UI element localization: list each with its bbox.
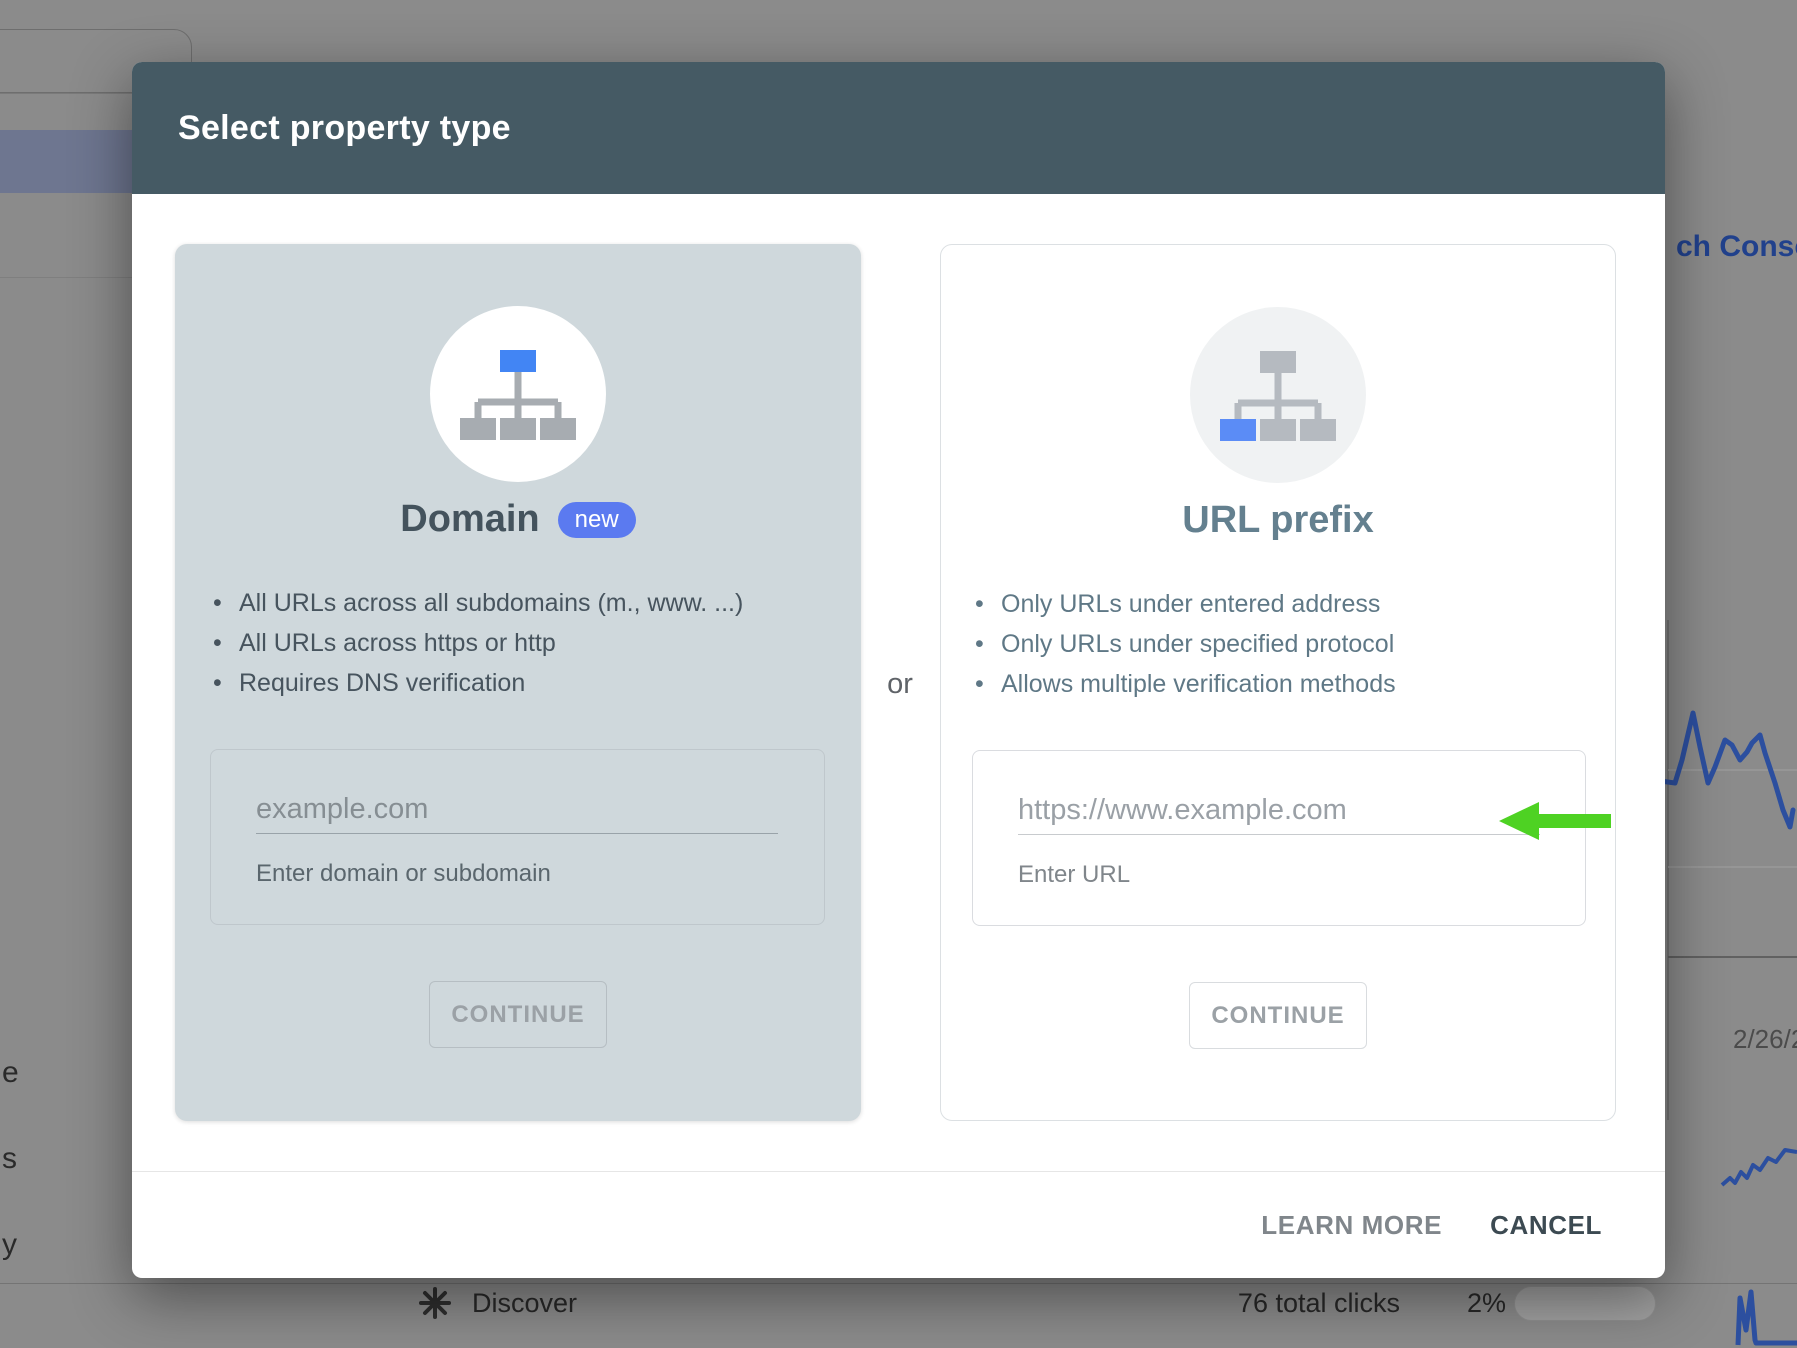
discover-total-clicks: 76 total clicks <box>1200 1288 1400 1319</box>
sidebar-item-fragment: s <box>2 1142 17 1176</box>
url-prefix-sitemap-icon <box>1216 345 1340 445</box>
dialog-title: Select property type <box>178 109 511 148</box>
asterisk-icon <box>418 1286 452 1320</box>
domain-card: Domain new All URLs across all subdomain… <box>175 244 861 1121</box>
background-clicks-chart <box>1660 600 1797 1160</box>
domain-input-helper: Enter domain or subdomain <box>256 860 551 888</box>
bullet-item: Only URLs under entered address <box>973 584 1396 624</box>
bullet-item: All URLs across all subdomains (m., www.… <box>211 583 743 623</box>
or-separator: or <box>865 668 935 701</box>
new-badge: new <box>558 502 636 538</box>
background-sparkline <box>1715 1135 1797 1195</box>
url-prefix-input-helper: Enter URL <box>1018 861 1130 889</box>
dialog-footer: LEARN MORE CANCEL <box>132 1172 1665 1278</box>
domain-icon-circle <box>430 306 606 482</box>
domain-card-title: Domain <box>400 498 539 541</box>
domain-bullet-list: All URLs across all subdomains (m., www.… <box>211 583 743 703</box>
url-prefix-input[interactable] <box>1018 787 1540 835</box>
url-prefix-card-title: URL prefix <box>1182 499 1373 542</box>
url-prefix-bullet-list: Only URLs under entered address Only URL… <box>973 584 1396 704</box>
domain-continue-button[interactable]: CONTINUE <box>429 981 607 1048</box>
search-console-logo-fragment: ch Console <box>1676 230 1797 264</box>
green-arrow-icon <box>1499 799 1611 843</box>
dialog-header: Select property type <box>132 62 1665 194</box>
sidebar-item-fragment: y <box>2 1228 17 1262</box>
url-prefix-input-panel: Enter URL <box>972 750 1586 926</box>
url-prefix-icon-circle <box>1190 307 1366 483</box>
background-divider <box>0 1283 1797 1284</box>
screen: ch Console 2/26/2 e s y Discover 76 tota… <box>0 0 1797 1348</box>
bullet-item: Only URLs under specified protocol <box>973 624 1396 664</box>
background-selected-row <box>0 130 133 193</box>
domain-input-panel: Enter domain or subdomain <box>210 749 825 925</box>
background-sparkline <box>1730 1285 1797 1348</box>
domain-input[interactable] <box>256 786 778 834</box>
url-prefix-card: URL prefix Only URLs under entered addre… <box>940 244 1616 1121</box>
discover-progress-bar <box>1514 1286 1656 1321</box>
domain-sitemap-icon <box>456 344 580 444</box>
background-divider <box>0 277 133 278</box>
discover-row-label: Discover <box>472 1288 577 1319</box>
discover-percent: 2% <box>1458 1288 1506 1319</box>
background-divider <box>0 93 133 94</box>
url-prefix-continue-button[interactable]: CONTINUE <box>1189 982 1367 1049</box>
bullet-item: All URLs across https or http <box>211 623 743 663</box>
select-property-type-dialog: Select property type Domain new All URLs… <box>132 62 1665 1278</box>
bullet-item: Allows multiple verification methods <box>973 664 1396 704</box>
bullet-item: Requires DNS verification <box>211 663 743 703</box>
learn-more-button[interactable]: LEARN MORE <box>1261 1210 1442 1241</box>
sidebar-item-fragment: e <box>2 1056 19 1090</box>
chart-axis-date-label: 2/26/2 <box>1733 1024 1797 1055</box>
cancel-button[interactable]: CANCEL <box>1490 1210 1602 1241</box>
